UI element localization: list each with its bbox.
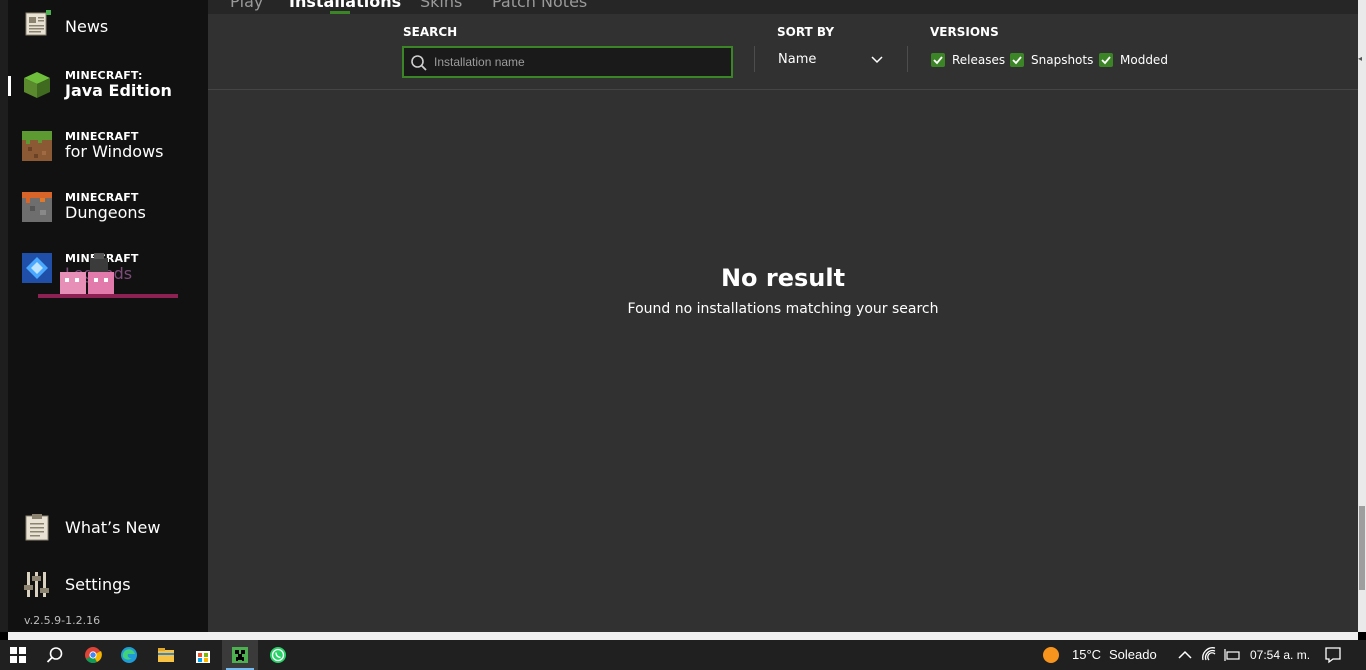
taskbar-edge[interactable]: [111, 640, 147, 670]
version-label: v.2.5.9-1.2.16: [24, 614, 101, 627]
checkbox-box[interactable]: [1010, 53, 1024, 67]
folder-icon: [158, 648, 174, 662]
scrollbar-thumb[interactable]: [1359, 506, 1365, 590]
sort-dropdown[interactable]: Name: [778, 48, 890, 74]
releases-checkbox[interactable]: Releases: [931, 52, 1005, 68]
search-icon: [46, 647, 63, 663]
search-field[interactable]: [402, 46, 733, 78]
tab-play[interactable]: Play: [230, 0, 263, 11]
tab-skins[interactable]: Skins: [420, 0, 462, 11]
weather-sun-icon[interactable]: [1042, 646, 1060, 664]
checkmark-icon: [1101, 56, 1111, 65]
clipboard-icon: [25, 514, 49, 541]
taskbar: 15°C Soleado 07:54 a. m.: [0, 640, 1366, 670]
sidebar-item-news[interactable]: News: [8, 6, 208, 44]
dungeons-block-icon: [22, 192, 52, 222]
main-content: Play Installations Skins Patch Notes SEA…: [208, 0, 1358, 632]
sidebar-item-legends[interactable]: MINECRAFT Legends: [8, 248, 208, 298]
weather-condition[interactable]: Soleado: [1109, 647, 1157, 662]
scroll-arrow-icon[interactable]: ◂: [1358, 55, 1366, 63]
weather-temperature[interactable]: 15°C: [1072, 647, 1101, 662]
taskbar-search-button[interactable]: [37, 640, 73, 670]
sidebar-item-sub: for Windows: [65, 142, 164, 161]
sidebar: News MINECRAFT: Java Edition MINECRAFT f…: [8, 0, 208, 632]
search-icon: [411, 55, 427, 71]
filter-bar: SEARCH SORT BY Name VERSIONS: [208, 14, 1358, 90]
checkbox-label: Modded: [1120, 53, 1168, 67]
sidebar-item-whats-new[interactable]: What’s New: [8, 508, 208, 546]
grass-block-icon: [24, 72, 50, 98]
edge-icon: [121, 647, 137, 663]
search-label: SEARCH: [403, 25, 458, 39]
creeper-icon: [232, 647, 248, 663]
sort-value: Name: [778, 52, 817, 67]
checkbox-label: Snapshots: [1031, 53, 1094, 67]
checkbox-label: Releases: [952, 53, 1006, 67]
checkmark-icon: [933, 56, 943, 65]
store-icon: [196, 651, 210, 663]
battery-icon[interactable]: [1222, 646, 1240, 664]
versions-label: VERSIONS: [930, 25, 999, 39]
notification-center-icon[interactable]: [1324, 646, 1342, 664]
chevron-down-icon: [871, 56, 883, 64]
whatsapp-icon: [270, 647, 286, 663]
taskbar-minecraft-launcher[interactable]: [222, 640, 258, 670]
modded-checkbox[interactable]: Modded: [1099, 52, 1168, 68]
sidebar-item-text: MINECRAFT Dungeons: [65, 191, 146, 222]
vertical-scrollbar[interactable]: ◂: [1358, 0, 1366, 632]
wifi-icon[interactable]: [1201, 646, 1219, 664]
sidebar-item-java-edition[interactable]: MINECRAFT: Java Edition: [8, 64, 208, 108]
empty-state-message: Found no installations matching your sea…: [627, 301, 939, 317]
horizontal-scrollbar[interactable]: [8, 632, 1358, 640]
start-button[interactable]: [0, 640, 36, 670]
taskbar-store[interactable]: [185, 640, 221, 670]
chrome-icon: [85, 647, 102, 664]
sidebar-item-text: MINECRAFT for Windows: [65, 130, 164, 161]
sidebar-item-label: News: [65, 17, 109, 36]
search-input[interactable]: [434, 53, 724, 71]
checkmark-icon: [1012, 56, 1022, 65]
clock[interactable]: 07:54 a. m.: [1250, 648, 1310, 662]
checkbox-box[interactable]: [931, 53, 945, 67]
news-icon: [25, 10, 51, 36]
dirt-block-icon: [22, 131, 52, 161]
divider: [907, 46, 908, 72]
empty-state-title: No result: [720, 264, 846, 292]
sidebar-item-text: MINECRAFT: Java Edition: [65, 69, 172, 100]
window-edge: [0, 0, 8, 632]
sidebar-item-label: What’s New: [65, 518, 161, 537]
sidebar-item-label: Settings: [65, 575, 131, 594]
piglin-artwork-icon: [38, 253, 178, 298]
top-tabs: Play Installations Skins Patch Notes: [208, 0, 1358, 14]
windows-logo-icon: [10, 647, 26, 663]
checkbox-box[interactable]: [1099, 53, 1113, 67]
taskbar-whatsapp[interactable]: [260, 640, 296, 670]
chevron-up-icon[interactable]: [1176, 646, 1194, 664]
sidebar-item-dungeons[interactable]: MINECRAFT Dungeons: [8, 187, 208, 231]
snapshots-checkbox[interactable]: Snapshots: [1010, 52, 1093, 68]
tab-installations[interactable]: Installations: [289, 0, 401, 11]
taskbar-file-explorer[interactable]: [148, 640, 184, 670]
settings-sliders-icon: [24, 572, 49, 597]
divider: [754, 46, 755, 72]
taskbar-chrome[interactable]: [75, 640, 111, 670]
sidebar-item-settings[interactable]: Settings: [8, 566, 208, 602]
tab-patch-notes[interactable]: Patch Notes: [492, 0, 587, 11]
sidebar-item-sub: Java Edition: [65, 81, 172, 100]
sidebar-item-sub: Dungeons: [65, 203, 146, 222]
sort-label: SORT BY: [777, 25, 835, 39]
sidebar-item-for-windows[interactable]: MINECRAFT for Windows: [8, 126, 208, 170]
